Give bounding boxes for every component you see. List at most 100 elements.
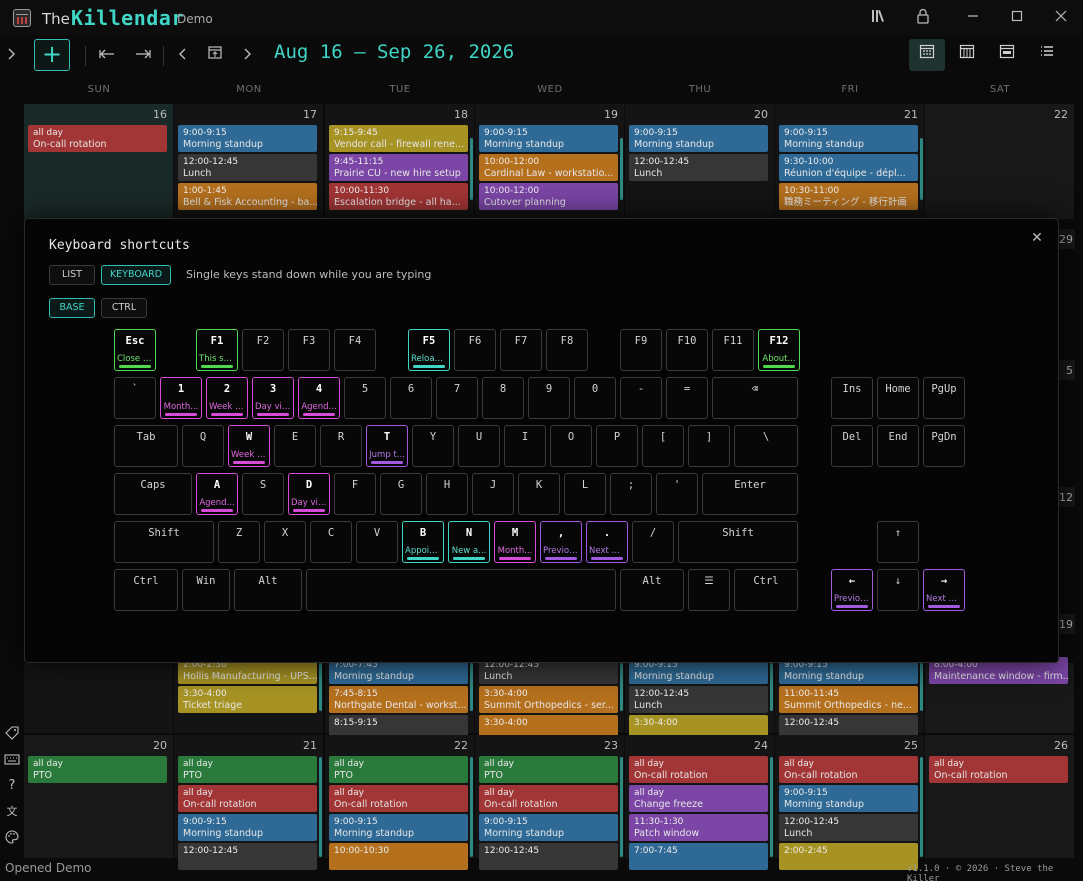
modifier-base-button[interactable]: BASE [49,298,95,318]
key-del[interactable]: Del [831,425,873,467]
key-b[interactable]: B Appoin... [402,521,444,563]
key-1[interactable]: 1 Month... [160,377,202,419]
day-cell[interactable]: 29 [1059,229,1075,249]
key-0[interactable]: 0 [574,377,616,419]
key-6[interactable]: 6 [390,377,432,419]
day-cell[interactable]: 26 all day On-call rotation [925,735,1074,858]
day-view-button[interactable] [989,39,1025,71]
tag-icon[interactable] [4,726,20,742]
key-shift[interactable]: Shift [678,521,798,563]
key-ctrl[interactable]: Ctrl [114,569,178,611]
cell-scrollbar[interactable] [770,663,773,711]
key-2[interactable]: 2 Week v... [206,377,248,419]
day-cell[interactable]: 21 all day PTO all day On-call rotation 9:00-… [174,735,323,870]
date-range-title[interactable]: Aug 16 – Sep 26, 2026 [274,41,514,63]
cell-scrollbar[interactable] [470,138,473,200]
key-f7[interactable]: F7 [500,329,542,371]
day-cell[interactable]: 17 9:00-9:15 Morning standup 12:00-12:45 Lun… [174,104,323,219]
today-icon[interactable] [204,40,226,70]
key-end[interactable]: End [877,425,919,467]
day-cell[interactable]: 25 all day On-call rotation 9:00-9:15 Mornin… [775,735,924,870]
key-symbol[interactable]: ↑ [877,521,919,563]
event-chip[interactable]: all day On-call rotation [178,785,317,812]
event-chip[interactable]: all day Change freeze [629,785,768,812]
week-view-button[interactable] [949,39,985,71]
key-symbol[interactable]: [ [642,425,684,467]
palette-icon[interactable] [4,830,20,846]
cell-scrollbar[interactable] [620,138,623,200]
key-symbol[interactable]: ; [610,473,652,515]
event-chip[interactable]: 3:30-4:00 Summit Orthopedics - ser... [479,686,618,713]
day-cell[interactable] [24,663,173,733]
event-chip[interactable]: all day On-call rotation [929,756,1068,783]
key-c[interactable]: C [310,521,352,563]
event-chip[interactable]: 12:00-12:45 [178,843,317,870]
event-chip[interactable]: all day PTO [329,756,468,783]
key-symbol[interactable]: / [632,521,674,563]
event-chip[interactable]: 9:00-9:15 Morning standup [178,125,317,152]
day-cell[interactable]: 20 9:00-9:15 Morning standup 12:00-12:45 Lun… [625,104,774,219]
key-y[interactable]: Y [412,425,454,467]
key-r[interactable]: R [320,425,362,467]
event-chip[interactable]: 11:30-1:30 Patch window [629,814,768,841]
day-cell[interactable]: 8:00-4:00 Maintenance window - firm... [925,657,1074,733]
key-a[interactable]: A Agend... [196,473,238,515]
key-k[interactable]: K [518,473,560,515]
key-symbol[interactable]: ' [656,473,698,515]
event-chip[interactable]: all day PTO [28,756,167,783]
key-v[interactable]: V [356,521,398,563]
key-s[interactable]: S [242,473,284,515]
key-shift[interactable]: Shift [114,521,214,563]
jump-end-icon[interactable] [132,40,154,70]
chevron-right-icon[interactable] [4,40,20,70]
cell-scrollbar[interactable] [920,757,923,857]
help-icon[interactable]: ? [4,778,20,794]
event-chip[interactable]: all day PTO [178,756,317,783]
event-chip[interactable]: 3:30-4:00 Ticket triage [178,686,317,713]
day-cell[interactable]: 7:00-7:45 Morning standup 7:45-8:15 Northga… [325,657,474,742]
key-symbol[interactable]: ↓ [877,569,919,611]
keyboard-icon[interactable] [4,752,20,768]
event-chip[interactable]: 7:00-7:45 [629,843,768,870]
close-window-icon[interactable] [1050,8,1072,28]
event-chip[interactable]: all day On-call rotation [28,125,167,152]
add-event-button[interactable]: + [34,39,70,71]
key-3[interactable]: 3 Day view [252,377,294,419]
event-chip[interactable]: 10:00-12:00 Cutover planning [479,183,618,210]
key-enter[interactable]: Enter [702,473,798,515]
event-chip[interactable]: 10:30-11:00 職務ミーティング - 移行計画 [779,183,918,210]
cell-scrollbar[interactable] [920,138,923,200]
event-chip[interactable]: all day On-call rotation [329,785,468,812]
cell-scrollbar[interactable] [770,757,773,857]
day-cell[interactable]: 20 all day PTO [24,735,173,858]
day-cell[interactable]: 19 9:00-9:15 Morning standup 10:00-12:00 Car… [475,104,624,219]
key-i[interactable]: I [504,425,546,467]
key-tab[interactable]: Tab [114,425,178,467]
day-cell[interactable]: 9:00-9:15 Morning standup 11:00-11:45 Summi… [775,657,924,742]
key-g[interactable]: G [380,473,422,515]
key-u[interactable]: U [458,425,500,467]
event-chip[interactable]: 9:30-10:00 Réunion d'équipe - dépl... [779,154,918,181]
cell-scrollbar[interactable] [620,757,623,857]
event-chip[interactable]: 12:00-12:45 Lunch [629,686,768,713]
day-cell[interactable]: 21 9:00-9:15 Morning standup 9:30-10:00 Réun… [775,104,924,219]
day-cell[interactable]: 12:00-12:45 Lunch 3:30-4:00 Summit Orthoped… [475,657,624,742]
key-symbol[interactable]: ← Previou... [831,569,873,611]
key-e[interactable]: E [274,425,316,467]
cell-scrollbar[interactable] [620,663,623,711]
key-z[interactable]: Z [218,521,260,563]
day-cell[interactable]: 22 [925,104,1074,219]
key-symbol[interactable]: \ [734,425,798,467]
key-f11[interactable]: F11 [712,329,754,371]
previous-icon[interactable] [174,40,190,70]
event-chip[interactable]: all day PTO [479,756,618,783]
key-d[interactable]: D Day view [288,473,330,515]
library-icon[interactable] [868,8,890,28]
event-chip[interactable]: 12:00-12:45 Lunch [178,154,317,181]
tab-list[interactable]: LIST [49,265,95,285]
tab-keyboard[interactable]: KEYBOARD [101,265,171,285]
event-chip[interactable]: 9:45-11:15 Prairie CU - new hire setup [329,154,468,181]
key-n[interactable]: N New a... [448,521,490,563]
cell-scrollbar[interactable] [470,663,473,711]
key-symbol[interactable]: → Next m... [923,569,965,611]
